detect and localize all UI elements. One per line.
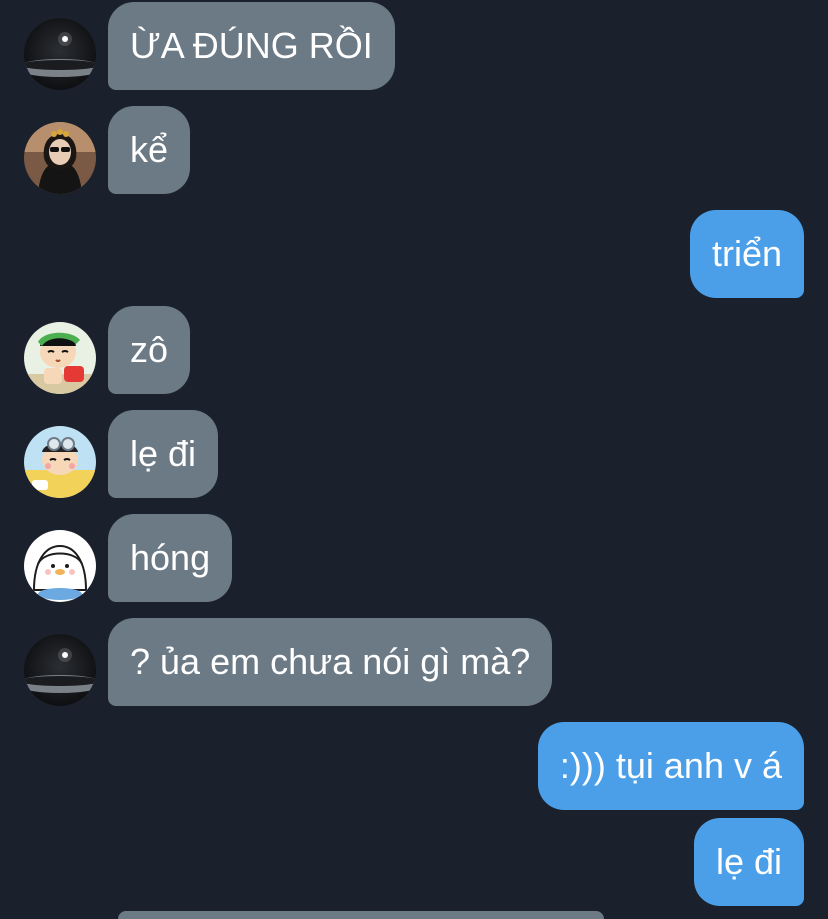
chat-thread: ỪA ĐÚNG RỒI kể triển zô lẹ đi hóng ? ủa … — [0, 0, 828, 919]
message-bubble[interactable]: triển — [689, 210, 804, 298]
message-bubble[interactable]: ỪA ĐÚNG RỒI — [108, 2, 395, 90]
planet-avatar-image — [24, 18, 96, 90]
message-bubble[interactable]: lẹ đi — [693, 818, 804, 906]
girl-sunglasses-avatar[interactable] — [24, 122, 96, 194]
planet-avatar[interactable] — [24, 634, 96, 706]
message-bubble[interactable]: ? ủa em chưa nói gì mà? — [108, 618, 553, 706]
message-bubble[interactable]: lẹ đi — [108, 410, 219, 498]
cartoon-boy-goggles-avatar-image — [24, 426, 96, 498]
penguin-avatar[interactable] — [24, 530, 96, 602]
message-bubble[interactable]: kể — [108, 106, 191, 194]
planet-avatar-image — [24, 634, 96, 706]
penguin-avatar-image — [24, 530, 96, 602]
cartoon-boy-green-hat-avatar[interactable] — [24, 322, 96, 394]
cartoon-boy-goggles-avatar[interactable] — [24, 426, 96, 498]
message-bubble[interactable]: hóng — [108, 514, 233, 602]
partial-message-bubble — [118, 911, 604, 919]
message-bubble[interactable]: :))) tụi anh v á — [537, 722, 804, 810]
girl-sunglasses-avatar-image — [24, 122, 96, 194]
planet-avatar[interactable] — [24, 18, 96, 90]
message-bubble[interactable]: zô — [108, 306, 191, 394]
cartoon-boy-green-hat-avatar-image — [24, 322, 96, 394]
